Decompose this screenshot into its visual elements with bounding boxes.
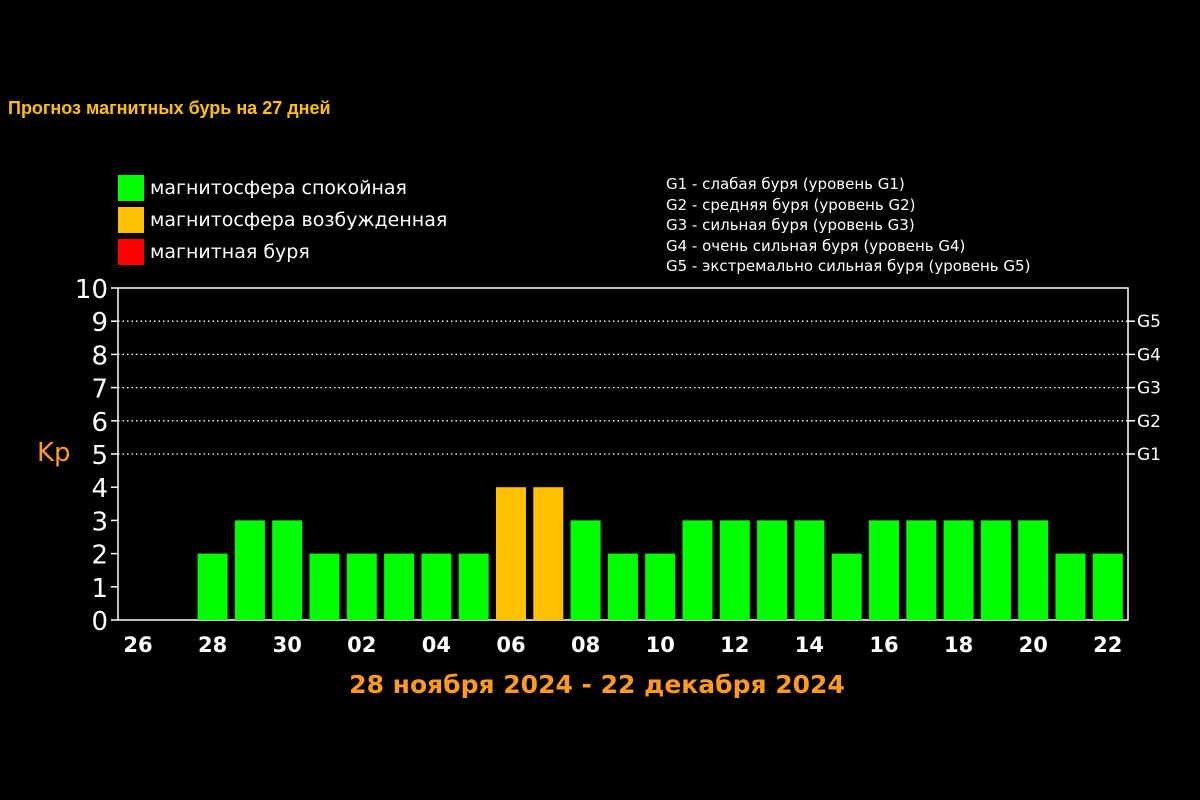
y-tick-label-1: 1 (91, 574, 108, 604)
bar-10 (645, 553, 676, 620)
right-tick-label-G4: G4 (1137, 345, 1161, 365)
bar-30 (272, 520, 303, 620)
bar-18 (943, 520, 974, 620)
x-tick-label-30: 30 (273, 633, 302, 657)
y-tick-label-8: 8 (91, 341, 108, 371)
bar-04 (421, 553, 452, 620)
bar-21 (1055, 553, 1086, 620)
y-tick-label-0: 0 (91, 607, 108, 637)
right-tick-label-G1: G1 (1137, 445, 1161, 465)
bar-29 (234, 520, 265, 620)
y-tick-label-6: 6 (91, 408, 108, 438)
right-tick-label-G5: G5 (1137, 312, 1161, 332)
x-tick-label-10: 10 (646, 633, 675, 657)
y-tick-label-10: 10 (75, 275, 108, 305)
bar-08 (570, 520, 601, 620)
x-tick-label-18: 18 (944, 633, 973, 657)
bar-07 (533, 487, 564, 620)
y-tick-label-2: 2 (91, 541, 108, 571)
y-tick-label-4: 4 (91, 474, 108, 504)
bar-09 (607, 553, 638, 620)
bar-15 (831, 553, 862, 620)
bar-17 (906, 520, 937, 620)
bar-16 (869, 520, 899, 620)
bar-19 (980, 520, 1011, 620)
x-tick-label-02: 02 (347, 633, 376, 657)
bar-12 (719, 520, 750, 620)
bar-14 (794, 520, 825, 620)
right-tick-label-G3: G3 (1137, 379, 1161, 399)
x-tick-label-12: 12 (720, 633, 749, 657)
x-tick-label-16: 16 (869, 633, 898, 657)
y-tick-label-5: 5 (91, 441, 108, 471)
x-tick-label-08: 08 (571, 633, 600, 657)
bar-20 (1018, 520, 1049, 620)
bar-22 (1092, 553, 1123, 620)
bar-11 (682, 520, 713, 620)
bar-02 (346, 553, 377, 620)
x-tick-label-06: 06 (496, 633, 525, 657)
bar-28 (197, 553, 228, 620)
x-tick-label-20: 20 (1019, 633, 1048, 657)
x-tick-label-14: 14 (795, 633, 824, 657)
y-tick-label-3: 3 (91, 507, 108, 537)
x-tick-label-04: 04 (422, 633, 451, 657)
bar-01 (309, 553, 340, 620)
right-tick-label-G2: G2 (1137, 412, 1161, 432)
x-axis-label-wrap: 28 ноября 2024 - 22 декабря 2024 (0, 670, 1200, 699)
bar-13 (757, 520, 788, 620)
y-tick-label-9: 9 (91, 308, 108, 338)
x-tick-label-28: 28 (198, 633, 227, 657)
y-tick-label-7: 7 (91, 375, 108, 405)
x-tick-label-26: 26 (123, 633, 152, 657)
bar-03 (384, 553, 415, 620)
x-axis-label: 28 ноября 2024 - 22 декабря 2024 (349, 670, 845, 699)
x-tick-label-22: 22 (1093, 633, 1122, 657)
bar-05 (458, 553, 489, 620)
bar-06 (496, 487, 526, 620)
